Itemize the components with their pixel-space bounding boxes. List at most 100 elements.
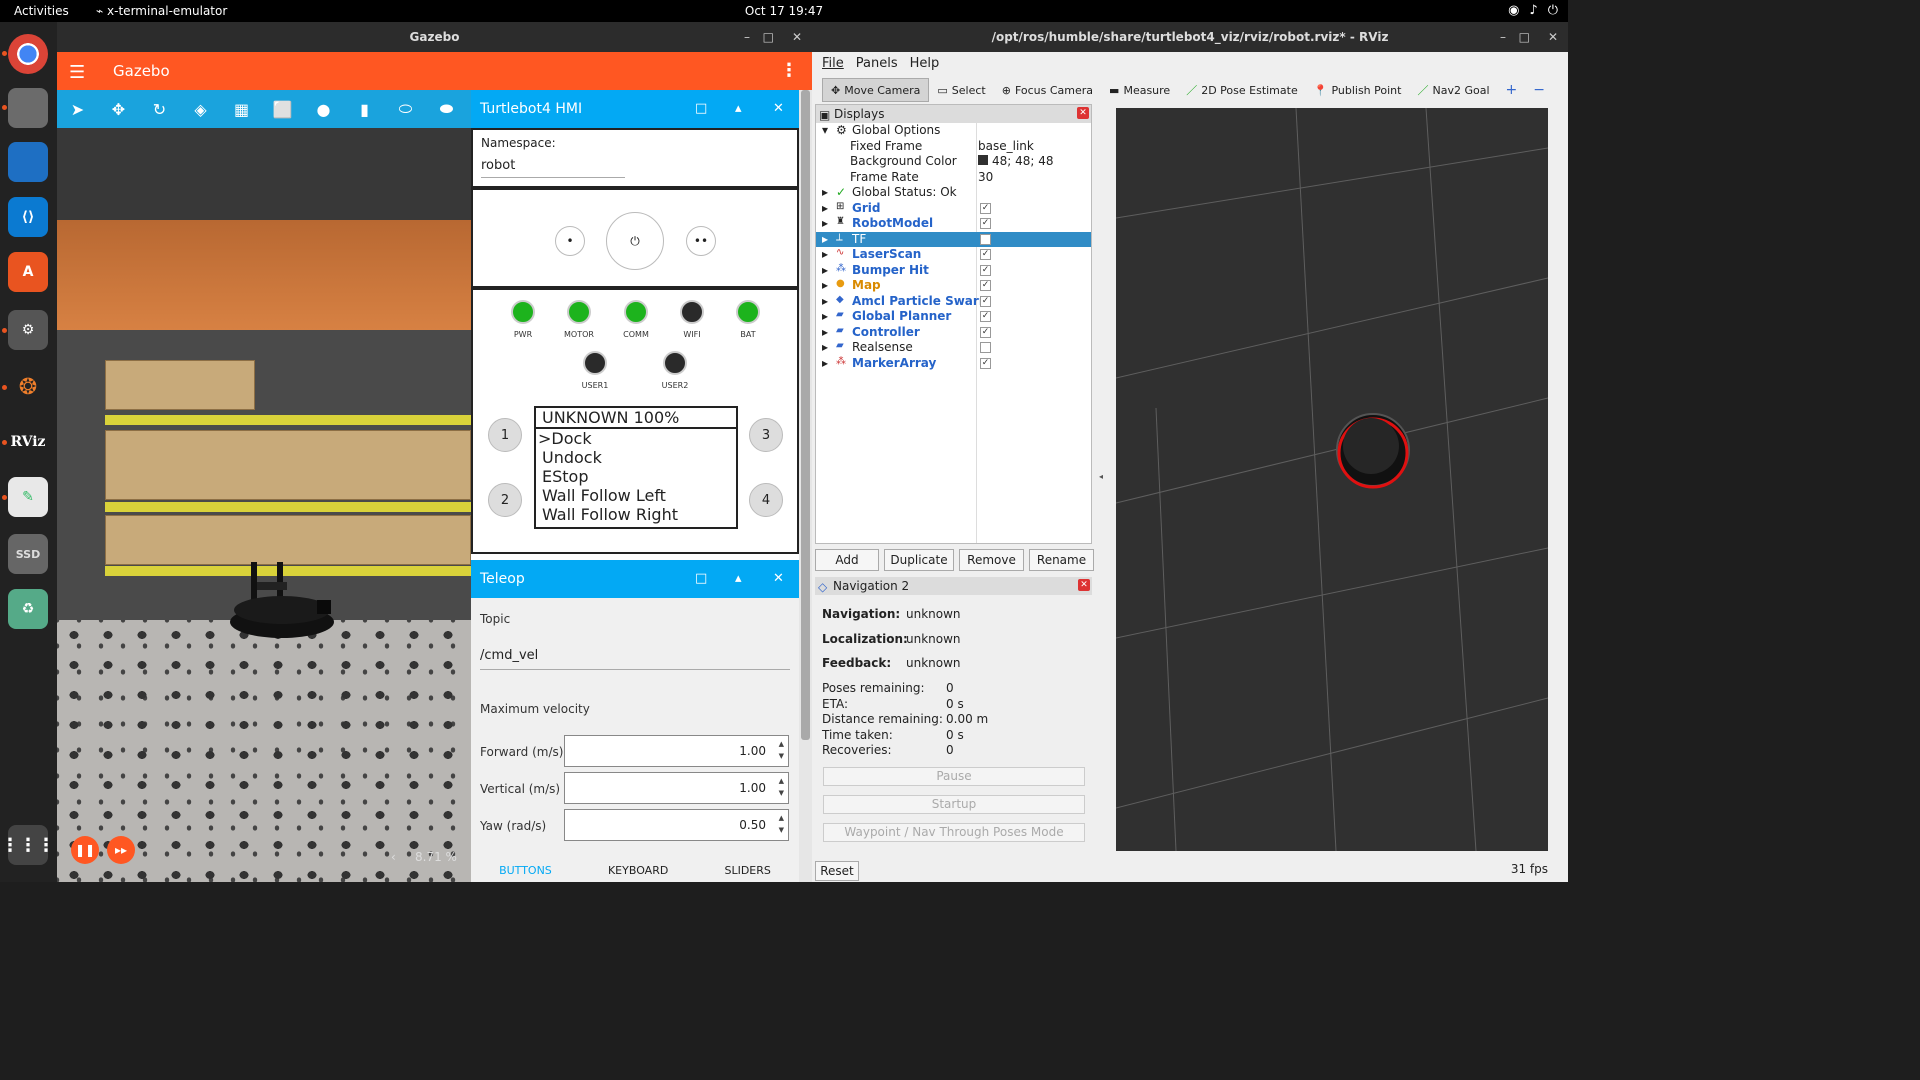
gazebo-3d-scene[interactable]: ➤ ✥ ↻ ◈ ▦ ⬜ ● ▮ ⬭ ⬬ ❚❚ ▸▸ ‹ 8.71 % [57,90,471,882]
rviz-icon[interactable]: RViz [8,422,48,462]
display-checkbox[interactable]: ✓ [980,326,991,338]
close-button[interactable]: ✕ [1548,22,1558,52]
maximize-button[interactable]: □ [1519,22,1530,52]
system-tray[interactable]: ◉ ♪ ⏻ [1508,3,1558,18]
waypoint-mode-button[interactable]: Waypoint / Nav Through Poses Mode [823,823,1085,842]
nav2-goal-tool[interactable]: ／ Nav2 Goal [1409,78,1497,102]
translate-tool-icon[interactable]: ✥ [98,90,139,128]
startup-button[interactable]: Startup [823,795,1085,814]
display-checkbox[interactable]: ✓ [980,357,991,369]
rotate-tool-icon[interactable]: ↻ [139,90,180,128]
app-center-icon[interactable]: A [8,252,48,292]
ellipsoid-shape-icon[interactable]: ⬬ [426,90,467,128]
vertical-spinbox[interactable]: 1.00 ▲ ▼ [564,772,789,804]
hmi-button-4[interactable]: 4 [749,483,783,517]
expand-arrow-icon[interactable]: ▸ [822,232,828,246]
expand-arrow-icon[interactable]: ▸ [822,340,828,354]
box-shape-icon[interactable]: ⬜ [262,90,303,128]
yaw-spinbox[interactable]: 0.50 ▲ ▼ [564,809,789,841]
reset-button[interactable]: Reset [815,861,859,881]
rviz-3d-view[interactable] [1116,108,1548,851]
expand-arrow-icon[interactable]: ▸ [822,263,828,277]
spin-arrows-icon[interactable]: ▲ ▼ [779,775,784,799]
sphere-shape-icon[interactable]: ● [303,90,344,128]
ssd-icon[interactable]: SSD [8,534,48,574]
expand-arrow-icon[interactable]: ▸ [822,325,828,339]
panel-close-icon[interactable]: ✕ [773,90,784,128]
display-checkbox[interactable]: ✓ [980,280,991,291]
tree-row-realsense[interactable]: ▸ ▰ Realsense [816,340,1091,356]
rviz-titlebar[interactable]: /opt/ros/humble/share/turtlebot4_viz/rvi… [812,22,1568,52]
panel-maximize-icon[interactable]: □ [695,90,707,128]
expand-arrow-icon[interactable]: ▾ [822,123,828,137]
property-value[interactable]: 30 [978,170,993,184]
panel-collapse-icon[interactable]: ▴ [735,560,742,598]
expand-arrow-icon[interactable]: ▸ [822,216,828,230]
maximize-button[interactable]: □ [763,22,774,52]
display-checkbox[interactable]: ✓ [980,249,991,260]
tree-row-robotmodel[interactable]: ▸ ♜ RobotModel ✓ [816,216,1091,232]
panel-maximize-icon[interactable]: □ [695,560,707,598]
property-value[interactable]: base_link [978,139,1034,153]
tree-row-controller[interactable]: ▸ ▰ Controller ✓ [816,325,1091,341]
power-button[interactable]: ⏻ [606,212,664,270]
minimize-button[interactable]: – [744,22,750,52]
display-checkbox[interactable]: ✓ [980,218,991,229]
files-icon[interactable] [8,88,48,128]
gazebo-titlebar[interactable]: Gazebo – □ ✕ [57,22,812,52]
button-two-dots[interactable]: •• [686,226,716,256]
remove-tool-button[interactable]: − [1525,78,1553,102]
tree-row-amcl-particle-swarm[interactable]: ▸ ◆ Amcl Particle Swarm ✓ [816,294,1091,310]
tree-row-fixed-frame[interactable]: Fixed Frame base_link [816,139,1091,155]
clock[interactable]: Oct 17 19:47 [0,4,1568,18]
display-checkbox[interactable]: ✓ [980,295,991,307]
close-icon[interactable]: ✕ [1077,107,1089,119]
tree-row-global-options[interactable]: ▾ ⚙ Global Options [816,123,1091,139]
more-options-icon[interactable]: ⋮ [780,60,798,81]
cylinder-shape-icon[interactable]: ▮ [344,90,385,128]
tab-sliders[interactable]: SLIDERS [724,864,770,882]
chevron-left-icon[interactable]: ‹ [391,850,396,864]
add-tool-button[interactable]: + [1498,78,1526,102]
tree-row-grid[interactable]: ▸ ⊞ Grid ✓ [816,201,1091,217]
pause-button[interactable]: ❚❚ [71,836,99,864]
app-grid-icon[interactable]: ⋮⋮⋮ [1,825,55,865]
rename-button[interactable]: Rename [1029,549,1094,571]
tree-row-map[interactable]: ▸ ● Map ✓ [816,278,1091,294]
scrollbar-thumb[interactable] [801,90,810,740]
publish-point-tool[interactable]: 📍 Publish Point [1306,78,1410,102]
gazebo-icon[interactable]: ❂ [8,367,48,407]
grid-icon[interactable]: ▦ [221,90,262,128]
spin-arrows-icon[interactable]: ▲ ▼ [779,812,784,836]
panel-scrollbar[interactable] [799,90,812,882]
panel-collapse-icon[interactable]: ▴ [735,90,742,128]
tree-row-global-planner[interactable]: ▸ ▰ Global Planner ✓ [816,309,1091,325]
menu-icon[interactable]: ☰ [69,62,85,83]
tree-row-global-status[interactable]: ▸ ✓ Global Status: Ok [816,185,1091,201]
step-button[interactable]: ▸▸ [107,836,135,864]
select-tool-icon[interactable]: ➤ [57,90,98,128]
hmi-button-3[interactable]: 3 [749,418,783,452]
menu-file[interactable]: File [822,52,844,76]
transform-control-icon[interactable]: ◈ [180,90,221,128]
measure-tool[interactable]: ▬ Measure [1101,78,1178,102]
minimize-button[interactable]: – [1500,22,1506,52]
display-checkbox[interactable] [980,342,991,353]
forward-spinbox[interactable]: 1.00 ▲ ▼ [564,735,789,767]
hmi-button-1[interactable]: 1 [488,418,522,452]
expand-arrow-icon[interactable]: ▸ [822,278,828,292]
move-camera-tool[interactable]: ✥ Move Camera [822,78,930,102]
text-editor-icon[interactable]: ✎ [8,477,48,517]
tree-row-frame-rate[interactable]: Frame Rate 30 [816,170,1091,186]
expand-arrow-icon[interactable]: ▸ [822,294,828,308]
libreoffice-icon[interactable] [8,142,48,182]
display-checkbox[interactable] [980,233,991,245]
chrome-icon[interactable] [8,34,48,74]
duplicate-button[interactable]: Duplicate [884,549,954,571]
vscode-icon[interactable]: ⟨⟩ [8,197,48,237]
topic-input[interactable]: /cmd_vel [480,648,790,670]
tree-row-background-color[interactable]: Background Color 48; 48; 48 [816,154,1091,170]
add-button[interactable]: Add [815,549,879,571]
select-tool[interactable]: ▭ Select [929,78,993,102]
expand-arrow-icon[interactable]: ▸ [822,309,828,323]
